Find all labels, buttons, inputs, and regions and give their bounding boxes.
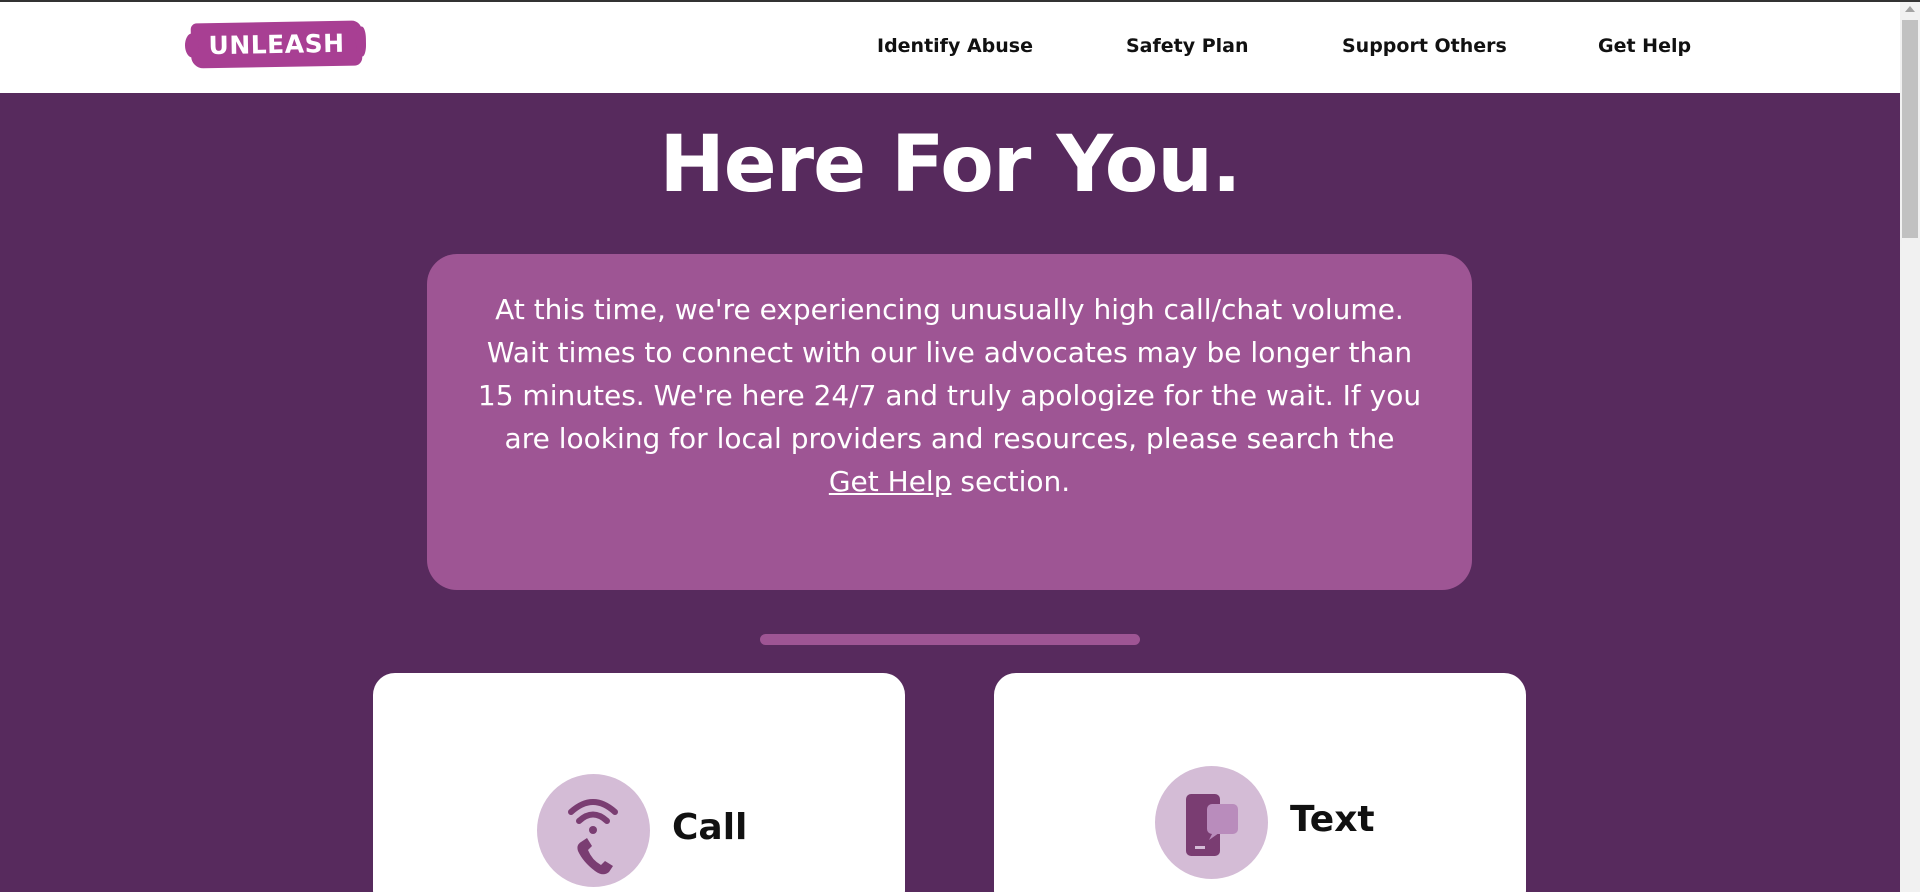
main-nav: Identify Abuse Safety Plan Support Other… (0, 2, 1900, 93)
notice-suffix: section. (951, 465, 1071, 498)
nav-get-help[interactable]: Get Help (1598, 35, 1691, 57)
site-header: UNLEASH Identify Abuse Safety Plan Suppo… (0, 2, 1900, 93)
phone-icon (537, 774, 650, 887)
page-title: Here For You. (659, 120, 1241, 210)
scroll-up-arrow-icon[interactable] (1905, 6, 1915, 12)
call-card[interactable]: Call (373, 673, 905, 892)
chat-phone-icon (1155, 766, 1268, 879)
text-card-title: Text (1290, 799, 1375, 840)
section-divider (760, 634, 1140, 645)
scrollbar[interactable] (1900, 2, 1920, 892)
scrollbar-thumb[interactable] (1902, 20, 1918, 238)
text-card[interactable]: Text (994, 673, 1526, 892)
get-help-link[interactable]: Get Help (829, 465, 952, 498)
notice-text: At this time, we're experiencing unusual… (477, 293, 1422, 455)
call-card-title: Call (672, 807, 748, 848)
nav-identify-abuse[interactable]: Identify Abuse (877, 35, 1033, 57)
nav-support-others[interactable]: Support Others (1342, 35, 1507, 57)
notice-box: At this time, we're experiencing unusual… (427, 254, 1472, 590)
nav-safety-plan[interactable]: Safety Plan (1126, 35, 1249, 57)
